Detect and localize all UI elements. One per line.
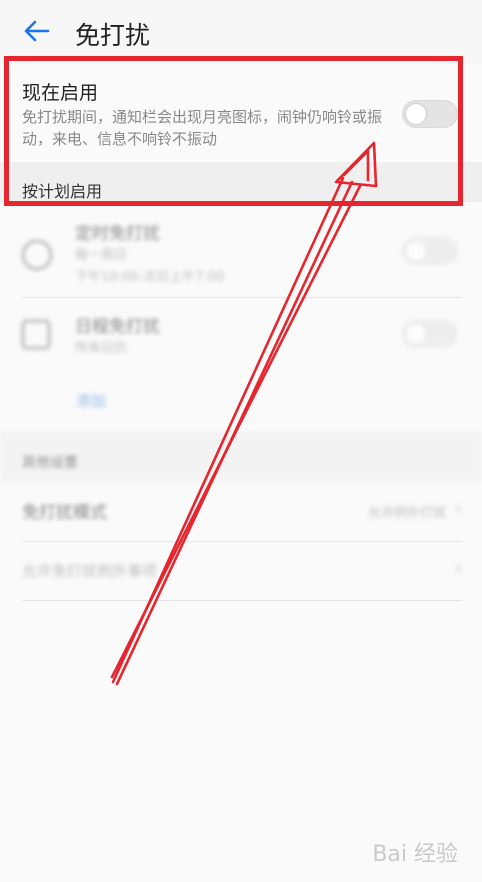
watermark: Bai 经验 (372, 842, 458, 867)
annotation-arrow (110, 141, 378, 686)
